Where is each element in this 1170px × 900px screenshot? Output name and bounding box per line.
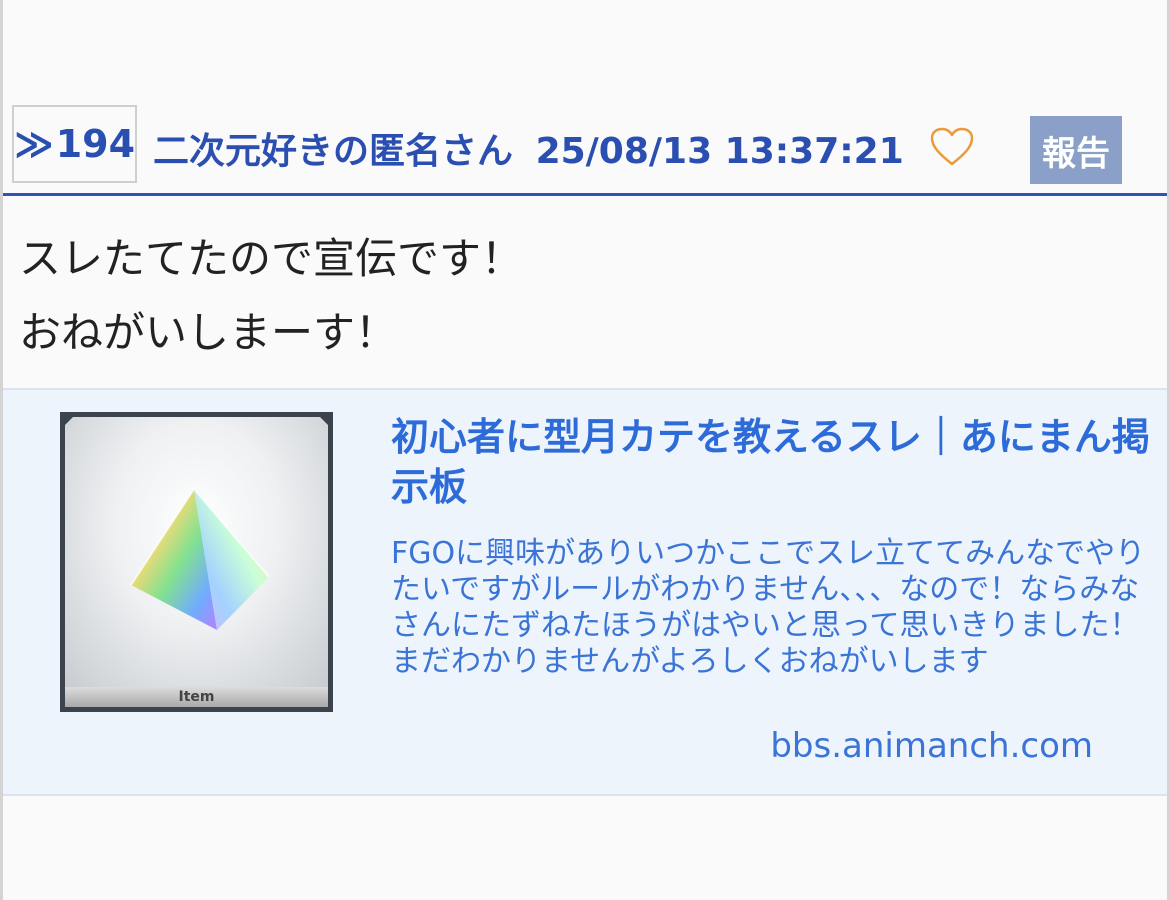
post-body-line: おねがいしまーす！: [19, 308, 398, 357]
link-title[interactable]: 初心者に型月カテを教えるスレ｜あにまん掲示板: [391, 412, 1156, 512]
rainbow-prism-icon: [65, 417, 328, 688]
link-domain: bbs.animanch.com: [770, 726, 1093, 766]
thread-page: ≫ 194 二次元好きの匿名さん 25/08/13 13:37:21 報告 スレ…: [0, 0, 1170, 900]
thumbnail-caption: Item: [65, 687, 328, 707]
like-button[interactable]: [927, 124, 977, 170]
post-number: 194: [55, 122, 136, 166]
post-meta: 二次元好きの匿名さん 25/08/13 13:37:21: [153, 122, 904, 174]
post-header: ≫ 194 二次元好きの匿名さん 25/08/13 13:37:21 報告: [3, 104, 1167, 196]
link-preview-card[interactable]: Item 初心者に型月カテを教えるスレ｜あにまん掲示板 FGOに興味がありいつか…: [3, 388, 1167, 796]
thumbnail-background: [65, 417, 328, 688]
link-description: FGOに興味がありいつかここでスレ立ててみんなでやりたいですがルールがわかりませ…: [391, 536, 1146, 679]
post-body: スレたてたので宣伝です！ おねがいしまーす！: [19, 222, 523, 370]
post-number-anchor[interactable]: ≫ 194: [12, 105, 137, 183]
link-thumbnail: Item: [60, 412, 333, 712]
heart-icon: [930, 127, 974, 166]
post-body-line: スレたてたので宣伝です！: [19, 234, 524, 283]
post-datetime: 25/08/13 13:37:21: [535, 131, 904, 172]
reply-chevron-icon: ≫: [13, 122, 54, 166]
report-button[interactable]: 報告: [1030, 116, 1122, 184]
post-author: 二次元好きの匿名さん: [153, 131, 514, 172]
